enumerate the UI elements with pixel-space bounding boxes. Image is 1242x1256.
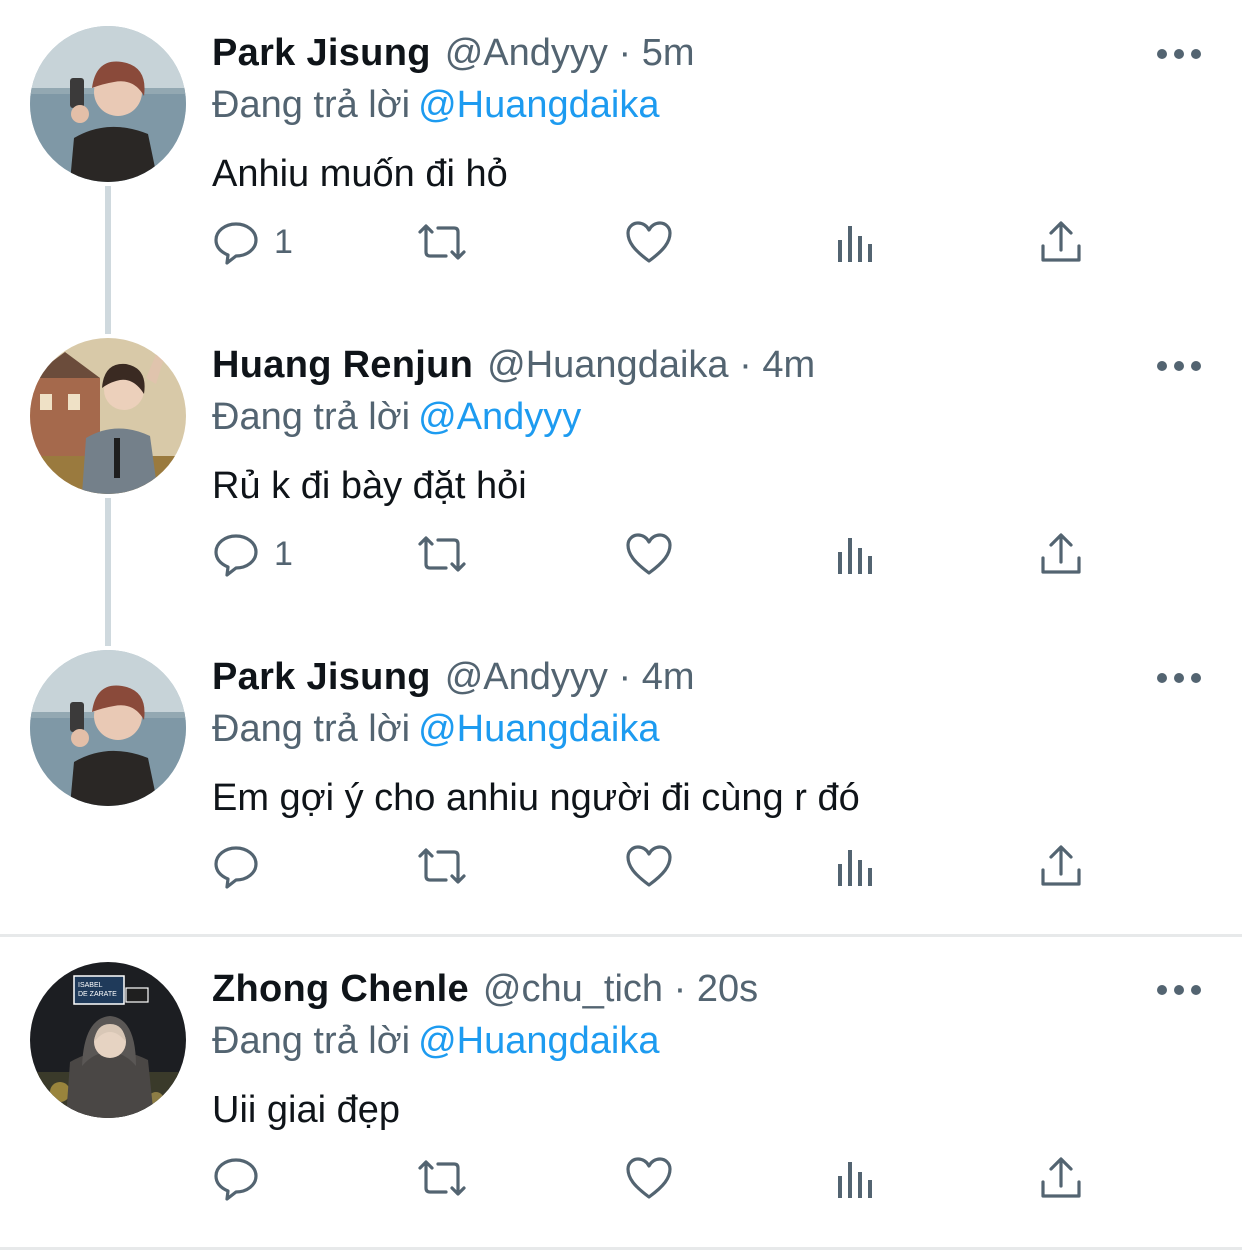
reply-count: 1 bbox=[274, 534, 293, 573]
reply-icon bbox=[214, 222, 258, 265]
mention-link[interactable]: @Huangdaika bbox=[418, 1020, 659, 1062]
replying-to: Đang trả lời @Huangdaika bbox=[212, 704, 660, 754]
reply-count: 1 bbox=[274, 222, 293, 261]
analytics-button[interactable] bbox=[834, 836, 878, 896]
reply-icon bbox=[214, 846, 258, 889]
avatar[interactable] bbox=[30, 650, 186, 806]
share-button[interactable] bbox=[1038, 212, 1084, 272]
mention-link[interactable]: @Andyyy bbox=[418, 396, 581, 438]
avatar-sign-text: ISABEL bbox=[78, 982, 103, 989]
share-icon bbox=[1041, 845, 1081, 886]
tweet-text: Anhiu muốn đi hỏ bbox=[212, 153, 508, 195]
tweet-header: Zhong Chenle @chu_tich · 20s bbox=[212, 964, 758, 1014]
reply-label: Đang trả lời bbox=[212, 708, 411, 750]
timestamp[interactable]: 4m bbox=[762, 344, 815, 386]
handle[interactable]: @Andyyy bbox=[445, 32, 608, 74]
avatar[interactable] bbox=[30, 338, 186, 494]
tweet-header: Huang Renjun @Huangdaika · 4m bbox=[212, 340, 815, 390]
more-icon[interactable] bbox=[1156, 670, 1202, 686]
timestamp[interactable]: 20s bbox=[697, 968, 758, 1010]
handle[interactable]: @Andyyy bbox=[445, 656, 608, 698]
analytics-icon bbox=[838, 226, 872, 262]
retweet-button[interactable] bbox=[414, 524, 470, 584]
analytics-icon bbox=[838, 538, 872, 574]
tweet[interactable]: Park Jisung @Andyyy · 5m Đang trả lời @Hua… bbox=[0, 0, 1242, 312]
like-icon bbox=[626, 533, 672, 575]
tweet-header: Park Jisung @Andyyy · 5m bbox=[212, 28, 695, 78]
like-icon bbox=[626, 221, 672, 263]
reply-button[interactable]: 1 bbox=[212, 212, 293, 272]
tweet-header: Park Jisung @Andyyy · 4m bbox=[212, 652, 695, 702]
action-bar bbox=[212, 836, 1112, 896]
reply-label: Đang trả lời bbox=[212, 396, 411, 438]
reply-button[interactable] bbox=[212, 836, 274, 896]
like-button[interactable] bbox=[624, 836, 674, 896]
action-bar: 1 bbox=[212, 212, 1112, 272]
reply-icon bbox=[214, 1158, 258, 1201]
reply-label: Đang trả lời bbox=[212, 84, 411, 126]
retweet-icon bbox=[418, 848, 466, 884]
avatar[interactable] bbox=[30, 26, 186, 182]
retweet-icon bbox=[418, 224, 466, 260]
tweet-text: Em gợi ý cho anhiu người đi cùng r đó bbox=[212, 777, 860, 819]
like-button[interactable] bbox=[624, 524, 674, 584]
more-icon[interactable] bbox=[1156, 46, 1202, 62]
more-icon[interactable] bbox=[1156, 358, 1202, 374]
handle[interactable]: @chu_tich bbox=[483, 968, 663, 1010]
like-button[interactable] bbox=[624, 212, 674, 272]
tweet[interactable]: Huang Renjun @Huangdaika · 4m Đang trả lờ… bbox=[0, 312, 1242, 624]
tweet[interactable]: Park Jisung @Andyyy · 4m Đang trả lời @Hua… bbox=[0, 624, 1242, 936]
replying-to: Đang trả lời @Huangdaika bbox=[212, 80, 660, 130]
share-button[interactable] bbox=[1038, 836, 1084, 896]
retweet-button[interactable] bbox=[414, 836, 470, 896]
action-bar: 1 bbox=[212, 524, 1112, 584]
reply-button[interactable] bbox=[212, 1148, 274, 1208]
avatar-sign-text: DE ZARATE bbox=[78, 991, 117, 998]
like-button[interactable] bbox=[624, 1148, 674, 1208]
share-button[interactable] bbox=[1038, 524, 1084, 584]
reply-label: Đang trả lời bbox=[212, 1020, 411, 1062]
separator-dot: · bbox=[618, 656, 632, 698]
analytics-button[interactable] bbox=[834, 212, 878, 272]
action-bar bbox=[212, 1148, 1112, 1208]
retweet-button[interactable] bbox=[414, 212, 470, 272]
reply-button[interactable]: 1 bbox=[212, 524, 293, 584]
avatar[interactable]: ISABEL DE ZARATE bbox=[30, 962, 186, 1118]
tweet[interactable]: ISABEL DE ZARATE Zhong Chenle @chu_tich ·… bbox=[0, 936, 1242, 1248]
analytics-icon bbox=[838, 850, 872, 886]
share-icon bbox=[1041, 221, 1081, 262]
display-name[interactable]: Park Jisung bbox=[212, 656, 431, 698]
tweet-divider bbox=[0, 1247, 1242, 1250]
tweet-text: Rủ k đi bày đặt hỏi bbox=[212, 465, 527, 507]
analytics-icon bbox=[838, 1162, 872, 1198]
like-icon bbox=[626, 845, 672, 887]
timestamp[interactable]: 5m bbox=[642, 32, 695, 74]
handle[interactable]: @Huangdaika bbox=[487, 344, 728, 386]
more-icon[interactable] bbox=[1156, 982, 1202, 998]
tweet-text: Uii giai đẹp bbox=[212, 1089, 400, 1131]
timestamp[interactable]: 4m bbox=[642, 656, 695, 698]
share-icon bbox=[1041, 533, 1081, 574]
separator-dot: · bbox=[673, 968, 687, 1010]
separator-dot: · bbox=[739, 344, 752, 386]
analytics-button[interactable] bbox=[834, 524, 878, 584]
replying-to: Đang trả lời @Andyyy bbox=[212, 392, 581, 442]
retweet-icon bbox=[418, 1160, 466, 1196]
mention-link[interactable]: @Huangdaika bbox=[418, 708, 659, 750]
retweet-icon bbox=[418, 536, 466, 572]
display-name[interactable]: Huang Renjun bbox=[212, 344, 473, 386]
share-icon bbox=[1041, 1157, 1081, 1198]
display-name[interactable]: Zhong Chenle bbox=[212, 968, 469, 1010]
share-button[interactable] bbox=[1038, 1148, 1084, 1208]
replying-to: Đang trả lời @Huangdaika bbox=[212, 1016, 660, 1066]
reply-icon bbox=[214, 534, 258, 577]
display-name[interactable]: Park Jisung bbox=[212, 32, 431, 74]
separator-dot: · bbox=[618, 32, 632, 74]
retweet-button[interactable] bbox=[414, 1148, 470, 1208]
analytics-button[interactable] bbox=[834, 1148, 878, 1208]
like-icon bbox=[626, 1157, 672, 1199]
mention-link[interactable]: @Huangdaika bbox=[418, 84, 659, 126]
